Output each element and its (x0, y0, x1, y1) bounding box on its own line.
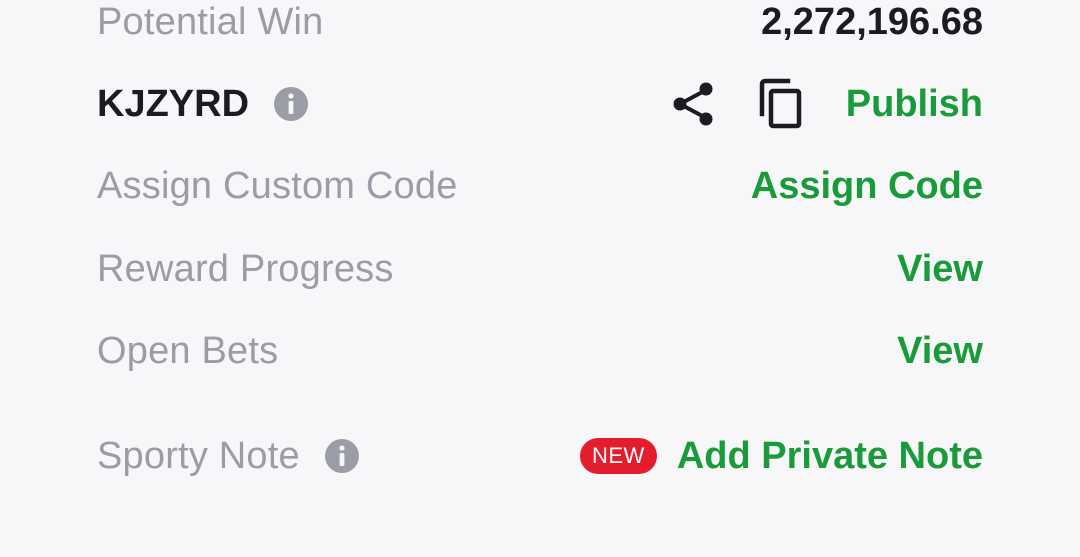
reward-progress-label: Reward Progress (97, 247, 394, 290)
open-bets-row: Open Bets View (97, 321, 983, 381)
share-icon[interactable] (670, 80, 716, 128)
potential-win-label: Potential Win (97, 0, 324, 43)
open-bets-view-button[interactable]: View (897, 330, 983, 373)
assign-code-button[interactable]: Assign Code (751, 165, 983, 208)
bet-summary-panel: Potential Win 2,272,196.68 KJZYRD Publis… (0, 0, 1080, 557)
new-badge: NEW (580, 438, 657, 474)
booking-code-row: KJZYRD Publish (97, 74, 983, 134)
reward-progress-row: Reward Progress View (97, 239, 983, 299)
custom-code-row: Assign Custom Code Assign Code (97, 156, 983, 216)
potential-win-value: 2,272,196.68 (761, 0, 983, 43)
publish-button[interactable]: Publish (846, 83, 983, 126)
reward-progress-view-button[interactable]: View (897, 248, 983, 291)
info-icon[interactable] (273, 86, 309, 122)
sporty-note-label: Sporty Note (97, 434, 300, 477)
booking-code: KJZYRD (97, 82, 250, 125)
info-icon[interactable] (324, 438, 360, 474)
potential-win-row: Potential Win 2,272,196.68 (97, 0, 983, 52)
copy-icon[interactable] (758, 78, 804, 130)
sporty-note-row: Sporty Note NEW Add Private Note (97, 426, 983, 486)
add-private-note-button[interactable]: Add Private Note (677, 435, 983, 478)
open-bets-label: Open Bets (97, 329, 279, 372)
custom-code-label: Assign Custom Code (97, 164, 458, 207)
